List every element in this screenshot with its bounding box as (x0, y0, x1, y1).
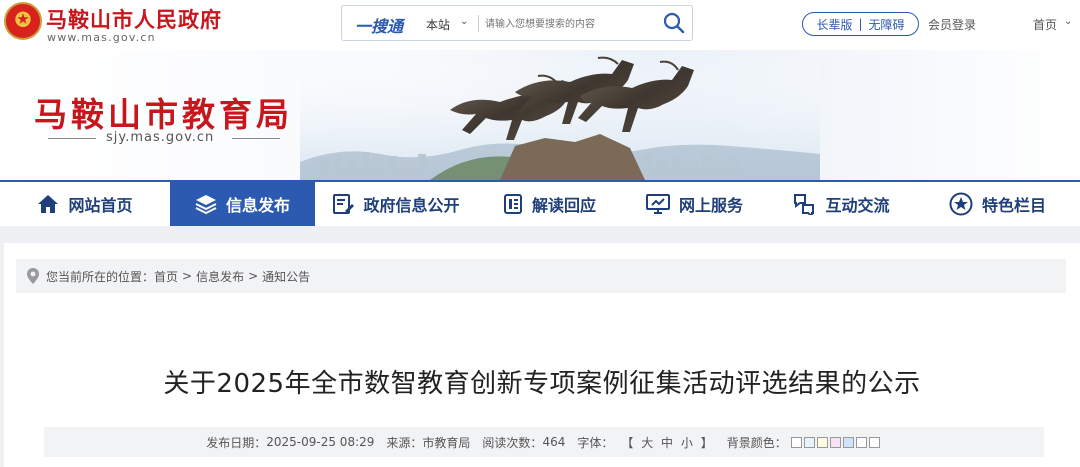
breadcrumb-prefix: 您当前所在的位置： (46, 269, 155, 284)
reading-icon (503, 194, 522, 214)
bracket: 【 (621, 435, 634, 450)
breadcrumb-separator: > (182, 269, 193, 283)
breadcrumb-home[interactable]: 首页 (154, 268, 178, 285)
article-meta: 发布日期： 2025-09-25 08:29 来源： 市教育局 阅读次数： 46… (44, 427, 1044, 457)
accessible-mode-link[interactable]: 无障碍 (863, 16, 911, 33)
publish-date: 2025-09-25 08:29 (266, 435, 375, 449)
nav-item-label: 网站首页 (68, 196, 133, 215)
home-icon (38, 195, 59, 213)
top-bar: 马鞍山市人民政府 www.mas.gov.cn 一搜通 本站 ⌄ 长辈版 | 无… (0, 0, 1080, 50)
search-brand-label: 一搜通 (355, 17, 404, 36)
government-site-url: www.mas.gov.cn (47, 31, 156, 44)
views-count: 464 (542, 435, 566, 449)
font-size-label: 字体： (577, 435, 614, 450)
search-icon[interactable] (662, 11, 686, 35)
breadcrumb-notices[interactable]: 通知公告 (262, 268, 310, 285)
nav-item-gov-info[interactable]: 政府信息公开 (315, 182, 477, 226)
monitor-icon (645, 194, 670, 214)
site-banner: 马鞍山市教育局 sjy.mas.gov.cn (0, 50, 1080, 180)
nav-item-featured[interactable]: 特色栏目 (915, 182, 1080, 226)
font-small-button[interactable]: 小 (679, 436, 695, 450)
bg-color-swatches (790, 436, 882, 448)
bg-swatch[interactable] (842, 436, 854, 448)
views-label: 阅读次数： (482, 435, 543, 450)
publish-date-label: 发布日期： (206, 435, 267, 450)
article-container: 您当前所在的位置： 首页 > 信息发布 > 通知公告 关于2025年全市数智教育… (4, 243, 1080, 467)
main-nav: 网站首页 信息发布 政府信息公开 解读回应 网上服务 互动交流 特色栏目 (0, 180, 1080, 226)
bg-swatch[interactable] (855, 436, 867, 448)
chevron-down-icon[interactable]: ⌄ (1064, 16, 1072, 27)
divider (48, 138, 96, 139)
nav-item-info-release[interactable]: 信息发布 (170, 182, 315, 226)
search-input[interactable] (485, 14, 645, 34)
nav-item-online-service[interactable]: 网上服务 (622, 182, 767, 226)
article-title: 关于2025年全市数智教育创新专项案例征集活动评选结果的公示 (163, 369, 921, 399)
bg-swatch[interactable] (790, 436, 802, 448)
bg-swatch[interactable] (803, 436, 815, 448)
bg-color-label: 背景颜色： (726, 435, 787, 450)
source-value: 市教育局 (422, 435, 471, 450)
bg-swatch[interactable] (816, 436, 828, 448)
bg-swatch[interactable] (868, 436, 880, 448)
font-large-button[interactable]: 大 (639, 436, 655, 450)
divider (232, 138, 280, 139)
interact-icon (794, 194, 815, 215)
font-medium-button[interactable]: 中 (659, 436, 675, 450)
bureau-name[interactable]: 马鞍山市教育局 (34, 88, 293, 136)
nav-item-interaction[interactable]: 互动交流 (767, 182, 915, 226)
breadcrumb-separator: > (248, 269, 259, 283)
nav-item-home[interactable]: 网站首页 (0, 182, 170, 226)
government-emblem-icon[interactable] (4, 2, 42, 40)
nav-item-label: 网上服务 (678, 196, 743, 215)
horse-sculpture-illustration (300, 50, 820, 180)
search-box: 一搜通 本站 ⌄ (341, 5, 693, 41)
layers-icon (195, 195, 217, 214)
breadcrumb: 您当前所在的位置： 首页 > 信息发布 > 通知公告 (16, 259, 1066, 293)
nav-item-label: 政府信息公开 (363, 196, 460, 215)
bureau-url: sjy.mas.gov.cn (106, 130, 215, 145)
bracket: 】 (700, 435, 713, 450)
document-edit-icon (333, 194, 355, 214)
search-scope-select[interactable]: 本站 (426, 16, 450, 33)
location-pin-icon (27, 268, 39, 284)
government-site-name[interactable]: 马鞍山市人民政府 (46, 4, 222, 34)
breadcrumb-info-release[interactable]: 信息发布 (196, 268, 244, 285)
search-divider (478, 15, 479, 32)
nav-item-label: 信息发布 (225, 196, 290, 215)
nav-item-label: 特色栏目 (981, 196, 1046, 215)
top-home-link[interactable]: 首页 (1033, 16, 1057, 33)
nav-item-interpretation[interactable]: 解读回应 (477, 182, 622, 226)
star-icon (949, 192, 973, 216)
chevron-down-icon[interactable]: ⌄ (460, 16, 468, 27)
accessibility-switch: 长辈版 | 无障碍 (802, 12, 919, 36)
member-login-link[interactable]: 会员登录 (928, 16, 976, 33)
bg-swatch[interactable] (829, 436, 841, 448)
font-size-control: 【 大 中 小 】 (619, 434, 714, 451)
nav-item-label: 互动交流 (825, 196, 890, 215)
source-label: 来源： (386, 435, 423, 450)
elder-mode-link[interactable]: 长辈版 (810, 16, 858, 33)
nav-item-label: 解读回应 (531, 196, 596, 215)
